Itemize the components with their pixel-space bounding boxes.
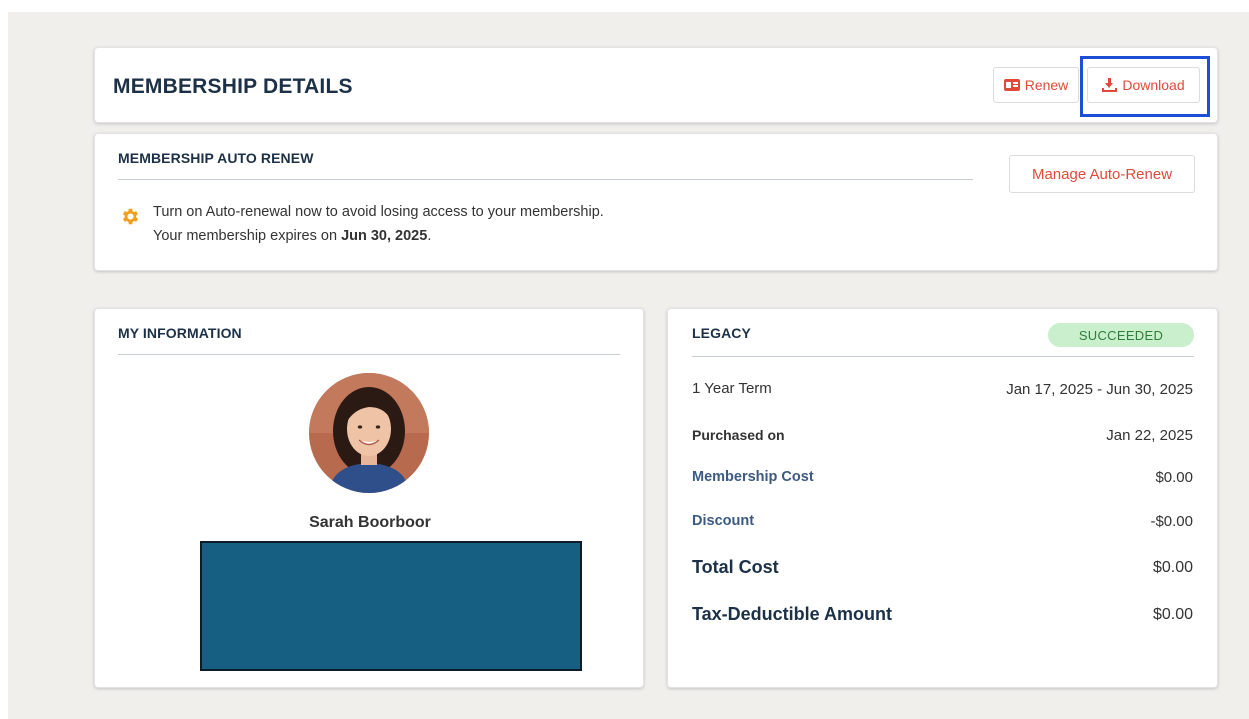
my-information-divider bbox=[118, 354, 620, 355]
auto-renew-notice: Turn on Auto-renewal now to avoid losing… bbox=[153, 204, 604, 220]
page-title: MEMBERSHIP DETAILS bbox=[113, 75, 353, 98]
total-cost-label: Total Cost bbox=[692, 557, 779, 577]
expiry-prefix: Your membership expires on bbox=[153, 228, 342, 244]
manage-auto-renew-button[interactable]: Manage Auto-Renew bbox=[1009, 155, 1195, 193]
auto-renew-card: MEMBERSHIP AUTO RENEW Manage Auto-Renew … bbox=[94, 133, 1218, 271]
download-button[interactable]: Download bbox=[1087, 67, 1200, 103]
renew-button-label: Renew bbox=[1024, 77, 1069, 93]
renew-button[interactable]: Renew bbox=[993, 67, 1079, 103]
expiry-notice: Your membership expires on Jun 30, 2025. bbox=[153, 228, 431, 244]
download-icon bbox=[1102, 78, 1118, 92]
legacy-title: LEGACY bbox=[692, 325, 751, 341]
avatar-portrait bbox=[309, 373, 429, 493]
tax-deductible-label: Tax-Deductible Amount bbox=[692, 604, 893, 624]
my-information-card: MY INFORMATION Sarah Boorboor bbox=[94, 308, 644, 688]
expiry-date: Jun 30, 2025 bbox=[341, 228, 428, 244]
membership-header-card: MEMBERSHIP DETAILS Renew Download bbox=[94, 47, 1218, 123]
purchased-value: Jan 22, 2025 bbox=[1106, 427, 1193, 444]
membership-cost-label: Membership Cost bbox=[692, 469, 814, 485]
avatar bbox=[309, 373, 429, 493]
redacted-block bbox=[200, 541, 582, 671]
purchased-label: Purchased on bbox=[692, 427, 785, 443]
discount-value: -$0.00 bbox=[1150, 513, 1193, 530]
total-cost-value: $0.00 bbox=[1152, 559, 1193, 576]
download-button-label: Download bbox=[1122, 77, 1185, 93]
gear-icon bbox=[122, 208, 139, 225]
my-information-title: MY INFORMATION bbox=[118, 325, 242, 341]
legacy-divider bbox=[692, 356, 1194, 357]
membership-cost-value: $0.00 bbox=[1155, 469, 1193, 486]
expiry-suffix: . bbox=[427, 228, 432, 244]
legacy-membership-card: LEGACY SUCCEEDED 1 Year Term Jan 17, 202… bbox=[667, 308, 1218, 688]
status-badge: SUCCEEDED bbox=[1048, 323, 1194, 347]
auto-renew-divider bbox=[118, 179, 973, 180]
term-label: 1 Year Term bbox=[692, 380, 772, 397]
term-value: Jan 17, 2025 - Jun 30, 2025 bbox=[1006, 381, 1193, 398]
id-card-icon bbox=[1003, 79, 1020, 91]
member-name: Sarah Boorboor bbox=[309, 514, 431, 531]
auto-renew-title: MEMBERSHIP AUTO RENEW bbox=[118, 150, 314, 166]
tax-deductible-value: $0.00 bbox=[1152, 606, 1193, 623]
discount-label: Discount bbox=[692, 513, 755, 529]
